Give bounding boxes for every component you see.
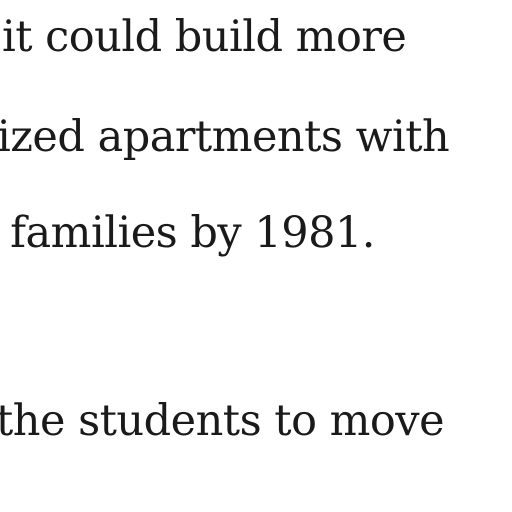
article-text-line: the students to move <box>0 396 445 446</box>
article-text-line: dized apartments with <box>0 112 450 162</box>
article-text-line: e families by 1981. <box>0 208 375 258</box>
article-body: t it could build more dized apartments w… <box>0 0 512 512</box>
article-text-line: t it could build more <box>0 12 407 62</box>
